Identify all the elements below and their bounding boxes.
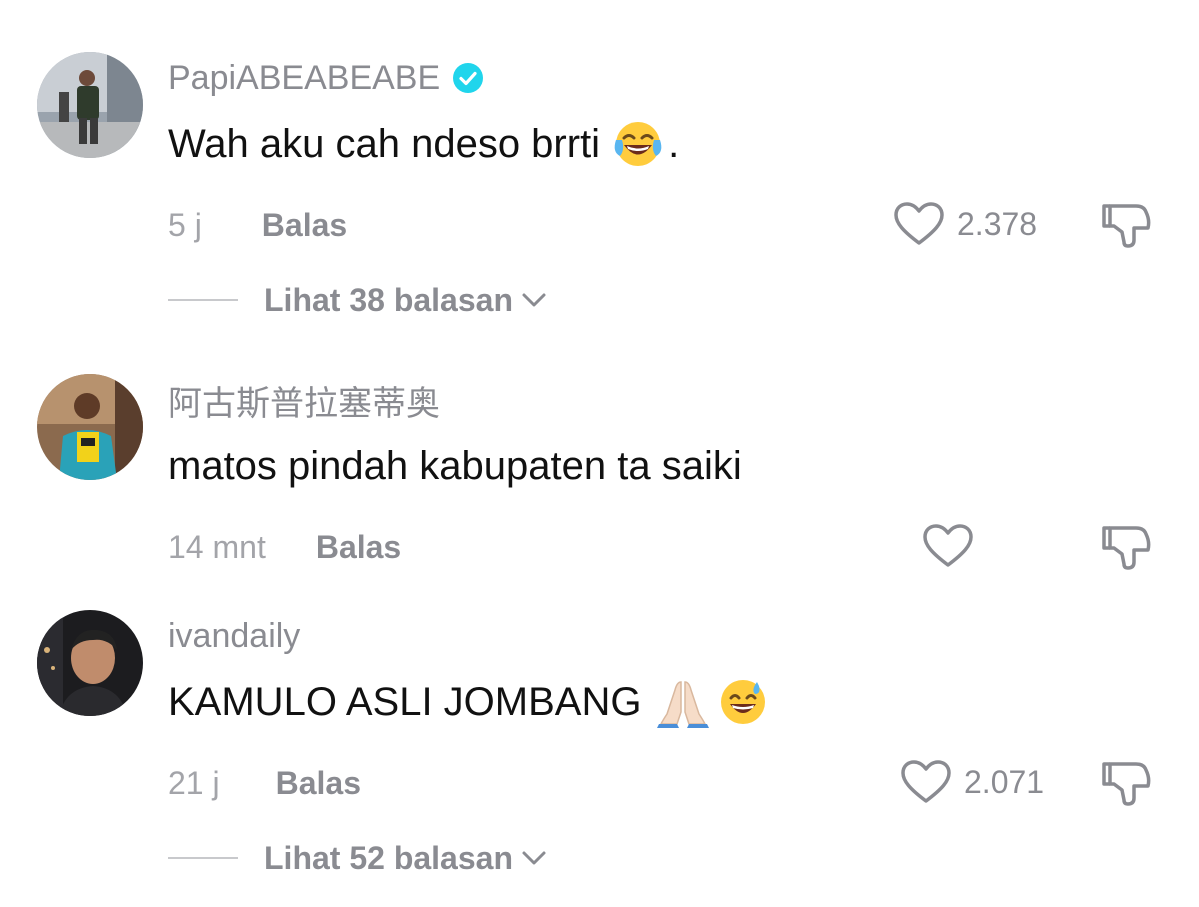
username[interactable]: ivandaily [168, 614, 300, 658]
divider-line [168, 299, 238, 301]
reply-button[interactable]: Balas [316, 529, 401, 566]
chevron-down-icon [522, 851, 546, 865]
comment-text-content: KAMULO ASLI JOMBANG [168, 679, 642, 724]
view-replies-label: Lihat 38 balasan [264, 281, 513, 318]
face-with-tears-of-joy-icon [614, 122, 662, 166]
comment-text: KAMULO ASLI JOMBANG [168, 672, 769, 732]
view-replies-button[interactable]: Lihat 38 balasan [168, 278, 547, 322]
dislike-icon[interactable] [1100, 200, 1154, 250]
chevron-down-icon [522, 293, 546, 307]
dislike-icon[interactable] [1100, 522, 1154, 572]
username[interactable]: 阿古斯普拉塞蒂奥 [168, 378, 440, 423]
heart-icon [923, 524, 973, 567]
verified-badge-icon [453, 63, 484, 93]
comment-meta: 5 j Balas [168, 203, 347, 247]
comment-text-content: matos pindah kabupaten ta saiki [168, 443, 742, 488]
timestamp: 14 mnt [168, 528, 266, 565]
avatar[interactable] [37, 374, 143, 480]
comment-meta: 14 mnt Balas [168, 525, 401, 569]
reply-button[interactable]: Balas [262, 207, 347, 244]
like-button[interactable]: 2.071 [900, 757, 1044, 807]
grinning-face-with-sweat-icon [721, 680, 766, 724]
comment-meta: 21 j Balas [168, 761, 361, 805]
avatar[interactable] [37, 52, 143, 158]
reply-button[interactable]: Balas [276, 765, 361, 802]
username-label: PapiABEABEABE [168, 58, 441, 97]
timestamp: 21 j [168, 764, 220, 801]
username-label: 阿古斯普拉塞蒂奥 [168, 384, 440, 423]
avatar[interactable] [37, 610, 143, 716]
heart-icon [894, 202, 944, 245]
comment-text-suffix: . [668, 121, 680, 166]
comment-text-content: Wah aku cah ndeso brrti [168, 121, 601, 166]
like-button[interactable]: 2.378 [893, 199, 1037, 249]
divider-line [168, 857, 238, 859]
username[interactable]: PapiABEABEABE [168, 56, 484, 100]
dislike-icon[interactable] [1100, 758, 1154, 808]
heart-icon [901, 760, 951, 803]
folded-hands-icon [657, 681, 710, 728]
like-count: 2.071 [964, 763, 1045, 800]
username-label: ivandaily [168, 616, 301, 655]
comment-text: matos pindah kabupaten ta saiki [168, 438, 742, 494]
timestamp: 5 j [168, 206, 202, 243]
like-count: 2.378 [957, 205, 1038, 242]
view-replies-button[interactable]: Lihat 52 balasan [168, 836, 547, 880]
like-button[interactable] [922, 521, 986, 571]
comment-text: Wah aku cah ndeso brrti . [168, 114, 679, 174]
view-replies-label: Lihat 52 balasan [264, 839, 513, 876]
